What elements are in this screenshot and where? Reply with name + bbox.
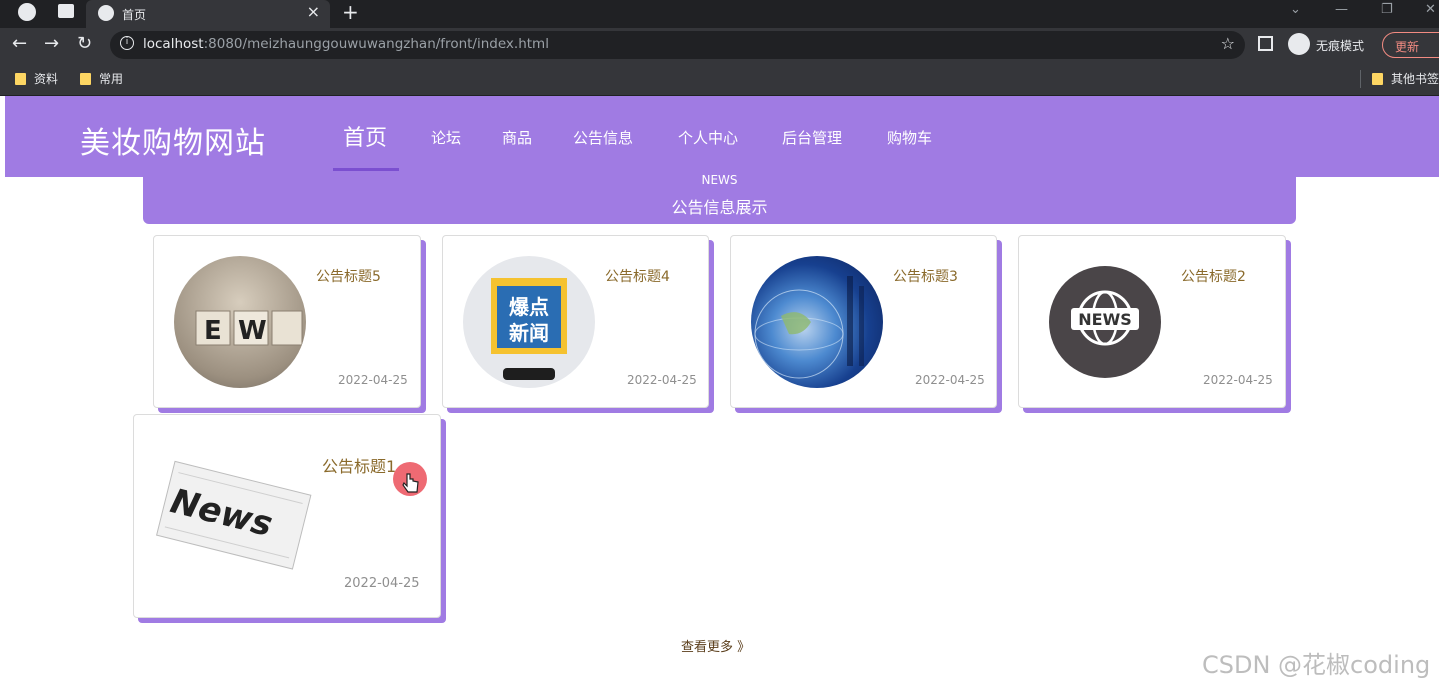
restore-button[interactable]: ❐ [1381, 2, 1393, 17]
update-button[interactable]: 更新 [1382, 32, 1439, 58]
notice-date-1: 2022-04-25 [344, 576, 420, 591]
browser-toolbar: ← → ↻ i localhost:8080/meizhaunggouwuwan… [0, 28, 1439, 62]
notice-image-4: 爆点 新闻 [463, 256, 595, 388]
svg-text:W: W [238, 316, 267, 346]
notice-heading-en: NEWS [701, 173, 738, 187]
news-globe-icon: NEWS [1071, 290, 1139, 346]
nav-forum[interactable]: 论坛 [431, 127, 461, 148]
tab-title: 首页 [122, 8, 147, 22]
nav-admin[interactable]: 后台管理 [782, 127, 842, 148]
tab-list-icon[interactable]: ⌄ [1290, 2, 1301, 17]
site-info-icon[interactable]: i [120, 36, 134, 50]
notice-title-2[interactable]: 公告标题2 [1181, 266, 1246, 286]
svg-text:新闻: 新闻 [509, 321, 549, 345]
notice-title-5[interactable]: 公告标题5 [316, 266, 381, 286]
nav-notices[interactable]: 公告信息 [573, 127, 633, 148]
news-blocks-image: E W [195, 310, 303, 346]
notice-card-2[interactable]: NEWS 公告标题2 2022-04-25 [1018, 235, 1286, 408]
bookmark-star-icon[interactable]: ☆ [1221, 34, 1235, 53]
hand-pointer-icon [402, 473, 419, 493]
browser-tab-bar: 首页 × + ⌄ — ❐ ✕ [0, 0, 1439, 28]
notice-card-1[interactable]: News 公告标题1 2022-04-25 [133, 414, 441, 618]
notice-card-5[interactable]: E W 公告标题5 2022-04-25 [153, 235, 421, 408]
nav-active-indicator [333, 168, 399, 171]
bookmark-other[interactable]: 其他书签 [1372, 70, 1439, 87]
nav-home[interactable]: 首页 [343, 120, 387, 152]
new-tab-button[interactable]: + [342, 0, 359, 24]
folder-icon [15, 73, 26, 85]
notice-card-4[interactable]: 爆点 新闻 公告标题4 2022-04-25 [442, 235, 709, 408]
close-tab-icon[interactable]: × [307, 2, 320, 21]
notice-date-4: 2022-04-25 [627, 373, 697, 387]
address-bar[interactable]: i localhost:8080/meizhaunggouwuwangzhan/… [110, 31, 1245, 59]
globe-icon [98, 5, 114, 21]
side-panel-icon[interactable] [1258, 36, 1273, 51]
site-header: 美妆购物网站 首页 论坛 商品 公告信息 个人中心 后台管理 购物车 [5, 96, 1439, 177]
url-text: localhost:8080/meizhaunggouwuwangzhan/fr… [143, 36, 549, 52]
chrome-menu-icon[interactable] [18, 3, 36, 21]
tab-search-icon[interactable] [58, 4, 74, 18]
nav-cart[interactable]: 购物车 [887, 127, 932, 148]
notice-date-2: 2022-04-25 [1203, 373, 1273, 387]
globe-image [754, 276, 864, 379]
nav-products[interactable]: 商品 [502, 127, 532, 148]
minimize-button[interactable]: — [1335, 2, 1348, 17]
incognito-label: 无痕模式 [1316, 39, 1365, 53]
svg-text:NEWS: NEWS [1078, 310, 1132, 329]
svg-text:E: E [204, 316, 222, 346]
watermark: CSDN @花椒coding [1202, 651, 1431, 679]
notice-date-5: 2022-04-25 [338, 373, 408, 387]
notice-section-banner: NEWS 公告信息展示 [143, 173, 1296, 224]
bookmark-folder-ziliao[interactable]: 资料 [15, 70, 58, 87]
notice-title-3[interactable]: 公告标题3 [893, 266, 958, 286]
folder-icon [80, 73, 91, 85]
tab-home[interactable]: 首页 × [86, 0, 330, 28]
bookmark-folder-changyong[interactable]: 常用 [80, 70, 123, 87]
notice-image-5: E W [174, 256, 306, 388]
back-button[interactable]: ← [12, 33, 27, 54]
notice-title-1[interactable]: 公告标题1 [322, 453, 396, 477]
view-more-link[interactable]: 查看更多 》 [681, 636, 750, 655]
folder-icon [1372, 73, 1383, 85]
incognito-icon[interactable] [1288, 33, 1310, 55]
notice-image-1: News [154, 453, 312, 575]
forward-button[interactable]: → [44, 33, 59, 54]
notice-date-3: 2022-04-25 [915, 373, 985, 387]
svg-text:爆点: 爆点 [509, 295, 549, 319]
mouse-cursor [393, 462, 427, 496]
notice-image-2: NEWS [1049, 266, 1161, 378]
close-window-button[interactable]: ✕ [1425, 2, 1436, 17]
nav-profile[interactable]: 个人中心 [678, 127, 738, 148]
bookmark-separator [1360, 70, 1361, 88]
hot-news-image: 爆点 新闻 [491, 278, 567, 380]
bookmarks-bar: 资料 常用 其他书签 [0, 62, 1439, 96]
reload-button[interactable]: ↻ [77, 33, 92, 54]
notice-heading: 公告信息展示 [671, 198, 768, 217]
notice-image-3 [751, 256, 883, 388]
notice-title-4[interactable]: 公告标题4 [605, 266, 670, 286]
site-title: 美妆购物网站 [80, 126, 266, 161]
newspaper-image: News [156, 460, 312, 570]
notice-card-3[interactable]: 公告标题3 2022-04-25 [730, 235, 997, 408]
